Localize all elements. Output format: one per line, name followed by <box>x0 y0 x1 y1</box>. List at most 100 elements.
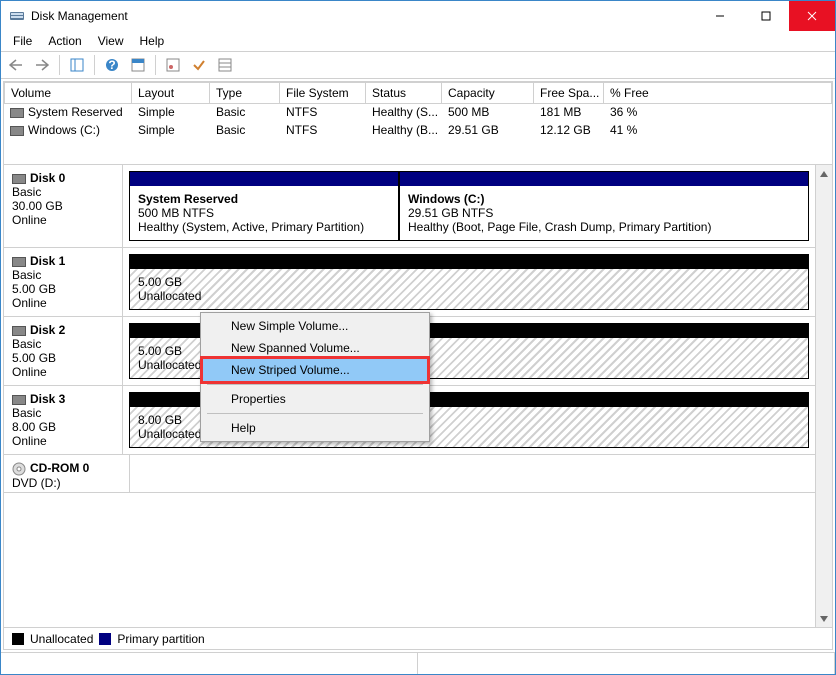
context-menu: New Simple Volume... New Spanned Volume.… <box>200 312 430 442</box>
titlebar[interactable]: Disk Management <box>1 1 835 31</box>
statusbar <box>1 652 835 674</box>
scroll-down-button[interactable] <box>816 610 832 627</box>
menu-view[interactable]: View <box>90 32 132 50</box>
partition-status: Healthy (System, Active, Primary Partiti… <box>138 220 390 234</box>
menu-help[interactable]: Help <box>132 32 173 50</box>
disk-state: Online <box>12 213 114 227</box>
legend: Unallocated Primary partition <box>4 627 832 649</box>
col-volume[interactable]: Volume <box>4 82 132 104</box>
partition[interactable]: Windows (C:) 29.51 GB NTFS Healthy (Boot… <box>399 171 809 241</box>
legend-unallocated-label: Unallocated <box>30 632 93 646</box>
disk-info[interactable]: Disk 2 Basic 5.00 GB Online <box>4 317 123 385</box>
menu-action[interactable]: Action <box>40 32 89 50</box>
partition-stripe <box>130 172 398 186</box>
vol-pct: 36 % <box>604 104 832 122</box>
disk-info[interactable]: Disk 3 Basic 8.00 GB Online <box>4 386 123 454</box>
legend-unallocated-swatch <box>12 633 24 645</box>
col-pctfree[interactable]: % Free <box>604 82 832 104</box>
partition-title: Windows (C:) <box>408 192 800 206</box>
vol-status: Healthy (S... <box>366 104 442 122</box>
scroll-up-button[interactable] <box>816 165 832 182</box>
show-hide-tree-button[interactable] <box>66 54 88 76</box>
disk-info[interactable]: Disk 0 Basic 30.00 GB Online <box>4 165 123 247</box>
ctx-help[interactable]: Help <box>203 417 427 439</box>
app-icon <box>9 8 25 24</box>
partition-sub: 29.51 GB NTFS <box>408 206 800 220</box>
partition-status: Healthy (Boot, Page File, Crash Dump, Pr… <box>408 220 800 234</box>
disk-info[interactable]: Disk 1 Basic 5.00 GB Online <box>4 248 123 316</box>
disk-info[interactable]: CD-ROM 0 DVD (D:) <box>4 455 130 492</box>
vol-type: Basic <box>210 104 280 122</box>
disk-management-window: Disk Management File Action View Help ? … <box>0 0 836 675</box>
disk-size: 8.00 GB <box>12 420 114 434</box>
disk-size: 5.00 GB <box>12 351 114 365</box>
window-title: Disk Management <box>31 9 128 23</box>
col-status[interactable]: Status <box>366 82 442 104</box>
partition[interactable]: System Reserved 500 MB NTFS Healthy (Sys… <box>129 171 399 241</box>
ctx-separator <box>207 384 423 385</box>
forward-button[interactable] <box>31 54 53 76</box>
settings-button[interactable] <box>162 54 184 76</box>
cdrom-icon: CD-ROM 0 <box>12 461 121 476</box>
maximize-button[interactable] <box>743 1 789 31</box>
volume-row[interactable]: System Reserved Simple Basic NTFS Health… <box>4 104 832 122</box>
volume-icon <box>10 126 24 136</box>
vol-fs: NTFS <box>280 104 366 122</box>
col-layout[interactable]: Layout <box>132 82 210 104</box>
status-cell <box>1 653 418 674</box>
col-type[interactable]: Type <box>210 82 280 104</box>
vol-fs: NTFS <box>280 122 366 140</box>
vertical-scrollbar[interactable] <box>815 165 832 627</box>
legend-primary-label: Primary partition <box>117 632 204 646</box>
close-button[interactable] <box>789 1 835 31</box>
disk-row: Disk 1 Basic 5.00 GB Online 5.00 GB Unal… <box>4 248 815 317</box>
list-view-button[interactable] <box>214 54 236 76</box>
disk-row: Disk 0 Basic 30.00 GB Online System Rese… <box>4 165 815 248</box>
toolbar: ? <box>1 51 835 79</box>
vol-capacity: 29.51 GB <box>442 122 534 140</box>
help-button[interactable]: ? <box>101 54 123 76</box>
ctx-new-striped-volume[interactable]: New Striped Volume... <box>200 356 430 384</box>
vol-pct: 41 % <box>604 122 832 140</box>
status-cell <box>418 653 835 674</box>
vol-name: Windows (C:) <box>4 122 132 140</box>
disk-type: DVD (D:) <box>12 476 121 490</box>
vol-capacity: 500 MB <box>442 104 534 122</box>
volume-list[interactable]: System Reserved Simple Basic NTFS Health… <box>4 104 832 164</box>
vol-type: Basic <box>210 122 280 140</box>
content-area: Volume Layout Type File System Status Ca… <box>3 81 833 650</box>
col-capacity[interactable]: Capacity <box>442 82 534 104</box>
menu-file[interactable]: File <box>5 32 40 50</box>
view-top-button[interactable] <box>127 54 149 76</box>
vol-name: System Reserved <box>4 104 132 122</box>
disk-size: 30.00 GB <box>12 199 114 213</box>
disk-type: Basic <box>12 268 114 282</box>
disk-row: CD-ROM 0 DVD (D:) <box>4 455 815 493</box>
disk-icon: Disk 1 <box>12 254 114 268</box>
ctx-separator <box>207 413 423 414</box>
partition-sub: 5.00 GB <box>138 275 800 289</box>
vol-free: 181 MB <box>534 104 604 122</box>
partition-unallocated[interactable]: 5.00 GB Unallocated <box>129 254 809 310</box>
disk-type: Basic <box>12 185 114 199</box>
minimize-button[interactable] <box>697 1 743 31</box>
partition-sub: 500 MB NTFS <box>138 206 390 220</box>
volume-list-header: Volume Layout Type File System Status Ca… <box>4 82 832 104</box>
disk-icon: Disk 0 <box>12 171 114 185</box>
vol-layout: Simple <box>132 104 210 122</box>
ctx-properties[interactable]: Properties <box>203 388 427 410</box>
ctx-new-simple-volume[interactable]: New Simple Volume... <box>203 315 427 337</box>
disk-size: 5.00 GB <box>12 282 114 296</box>
volume-row[interactable]: Windows (C:) Simple Basic NTFS Healthy (… <box>4 122 832 140</box>
disk-state: Online <box>12 296 114 310</box>
disk-state: Online <box>12 365 114 379</box>
back-button[interactable] <box>5 54 27 76</box>
vol-layout: Simple <box>132 122 210 140</box>
col-filesystem[interactable]: File System <box>280 82 366 104</box>
col-freespace[interactable]: Free Spa... <box>534 82 604 104</box>
partition-title: System Reserved <box>138 192 390 206</box>
legend-primary-swatch <box>99 633 111 645</box>
volume-icon <box>10 108 24 118</box>
check-button[interactable] <box>188 54 210 76</box>
disk-icon: Disk 3 <box>12 392 114 406</box>
